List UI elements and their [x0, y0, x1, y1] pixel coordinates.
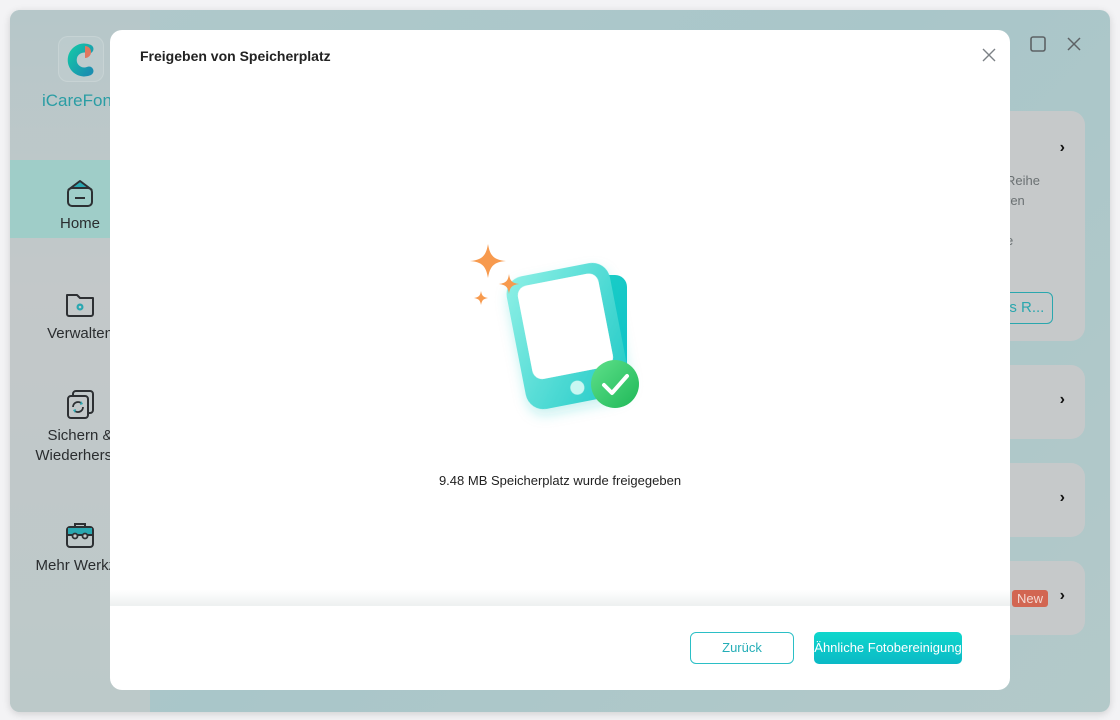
maximize-icon[interactable]	[1028, 34, 1048, 54]
home-icon	[67, 180, 93, 207]
card-text-line: Reihe	[1006, 173, 1040, 188]
sparkle-icon	[470, 244, 506, 278]
sparkle-icon	[474, 291, 488, 305]
app-logo	[58, 36, 104, 82]
backup-restore-icon	[67, 390, 94, 419]
dialog-title: Freigeben von Speicherplatz	[140, 48, 331, 64]
toolbox-icon	[66, 523, 94, 548]
new-badge: New	[1012, 590, 1048, 607]
similar-photo-cleanup-button[interactable]: Ähnliche Fotobereinigung	[814, 632, 962, 664]
chevron-right-icon: ›	[1059, 489, 1065, 506]
free-space-dialog: Freigeben von Speicherplatz 9.48 MB Spei…	[110, 30, 1010, 690]
icarefone-logo-icon	[67, 43, 94, 77]
window-close-icon[interactable]	[1064, 34, 1084, 54]
freed-space-message: 9.48 MB Speicherplatz wurde freigegeben	[438, 473, 682, 488]
chevron-right-icon: ›	[1059, 139, 1065, 156]
back-button[interactable]: Zurück	[690, 632, 794, 664]
footer-divider	[110, 590, 1010, 606]
phone-cleaned-illustration	[470, 244, 639, 410]
folder-gear-icon	[66, 294, 94, 317]
close-icon[interactable]	[980, 46, 998, 64]
chevron-right-icon: ›	[1059, 587, 1065, 604]
chevron-right-icon: ›	[1059, 391, 1065, 408]
success-check-icon	[591, 360, 639, 408]
